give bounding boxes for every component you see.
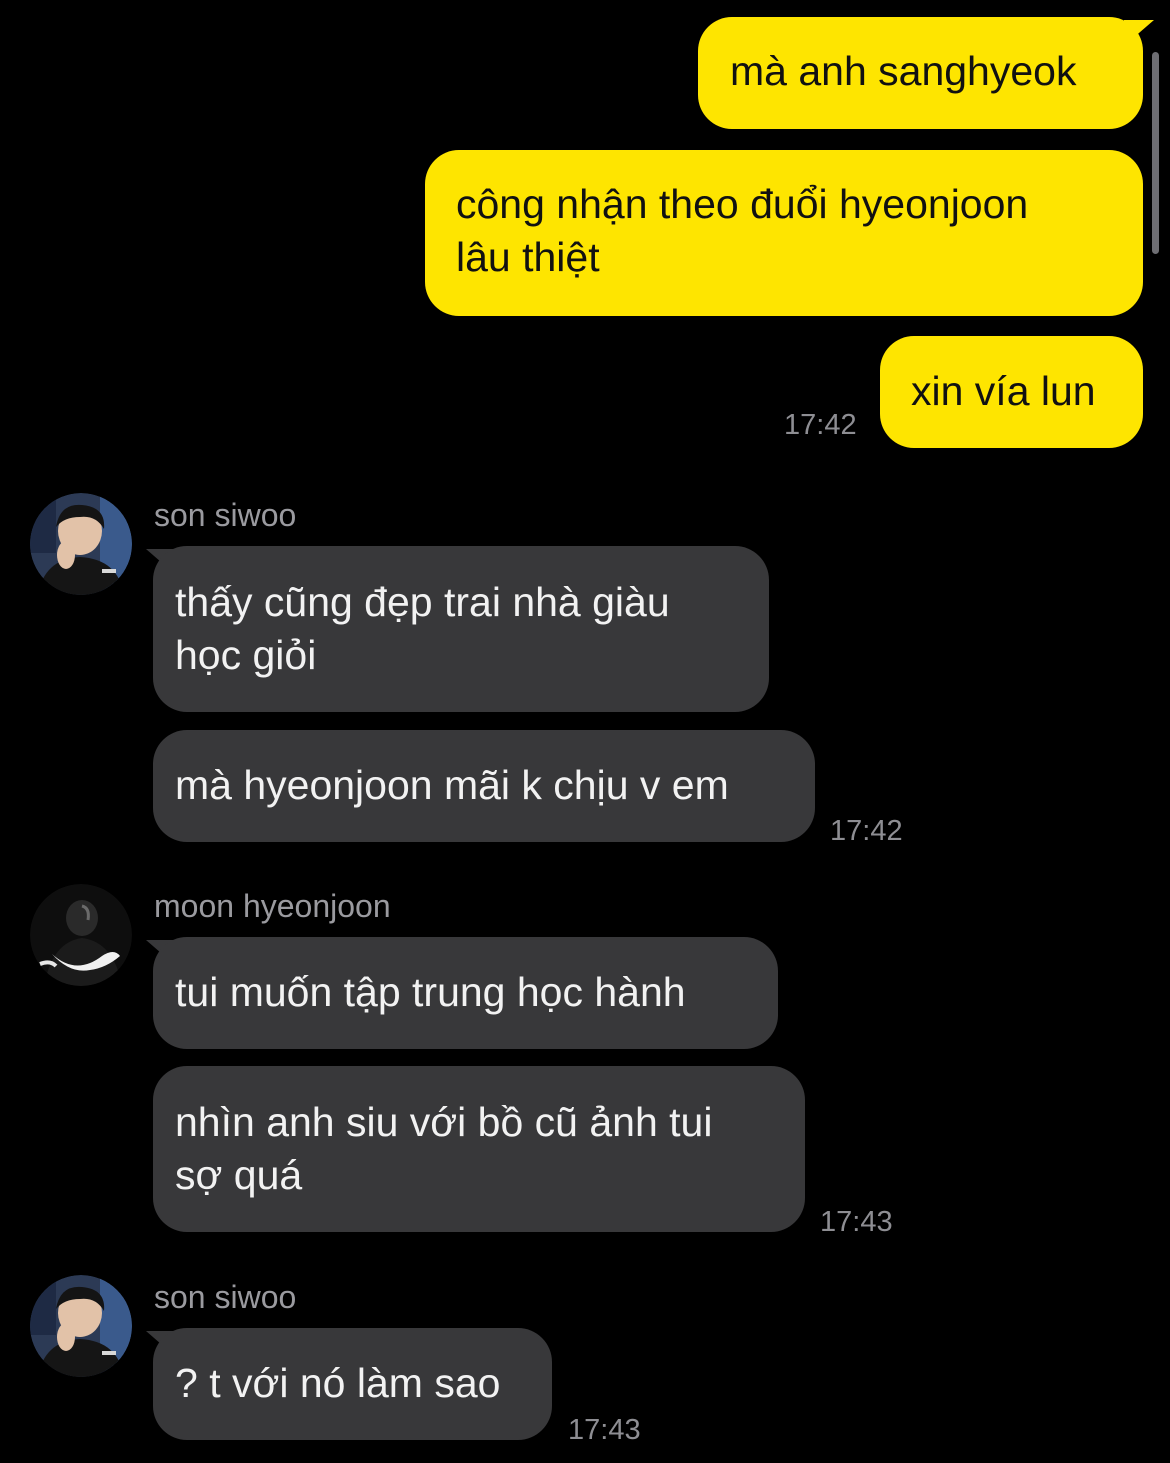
message-timestamp: 17:43 <box>568 1414 641 1446</box>
message-timestamp: 17:43 <box>820 1206 893 1238</box>
outgoing-message[interactable]: mà anh sanghyeok <box>698 17 1143 129</box>
avatar[interactable] <box>30 884 132 986</box>
incoming-message[interactable]: mà hyeonjoon mãi k chịu v em <box>153 730 815 842</box>
user-avatar-icon <box>30 493 132 595</box>
sender-name: son siwoo <box>154 497 297 533</box>
message-timestamp: 17:42 <box>784 409 857 441</box>
scrollbar[interactable] <box>1152 52 1159 254</box>
outgoing-message[interactable]: xin vía lun <box>880 336 1143 448</box>
message-text: học giỏi <box>175 632 317 678</box>
message-text: mà anh sanghyeok <box>730 48 1077 94</box>
message-text: mà hyeonjoon mãi k chịu v em <box>175 762 729 808</box>
sender-name: moon hyeonjoon <box>154 888 391 924</box>
message-text: sợ quá <box>175 1152 303 1198</box>
sender-name: son siwoo <box>154 1279 297 1315</box>
user-avatar-icon <box>30 884 132 986</box>
user-avatar-icon <box>30 1275 132 1377</box>
message-text: tui muốn tập trung học hành <box>175 969 686 1015</box>
incoming-message[interactable]: ? t với nó làm sao <box>153 1328 552 1440</box>
message-timestamp: 17:42 <box>830 815 903 847</box>
message-text: ? t với nó làm sao <box>175 1360 501 1406</box>
outgoing-message[interactable]: công nhận theo đuổi hyeonjoon lâu thiệt <box>425 150 1143 316</box>
incoming-message[interactable]: tui muốn tập trung học hành <box>153 937 778 1049</box>
avatar[interactable] <box>30 1275 132 1377</box>
message-text: thấy cũng đẹp trai nhà giàu <box>175 579 670 625</box>
message-text: nhìn anh siu với bồ cũ ảnh tui <box>175 1099 713 1145</box>
message-text: xin vía lun <box>911 368 1096 414</box>
message-text: công nhận theo đuổi hyeonjoon <box>456 181 1029 227</box>
avatar[interactable] <box>30 493 132 595</box>
message-text: lâu thiệt <box>456 234 600 280</box>
incoming-message[interactable]: nhìn anh siu với bồ cũ ảnh tui sợ quá <box>153 1066 805 1232</box>
incoming-message[interactable]: thấy cũng đẹp trai nhà giàu học giỏi <box>153 546 769 712</box>
